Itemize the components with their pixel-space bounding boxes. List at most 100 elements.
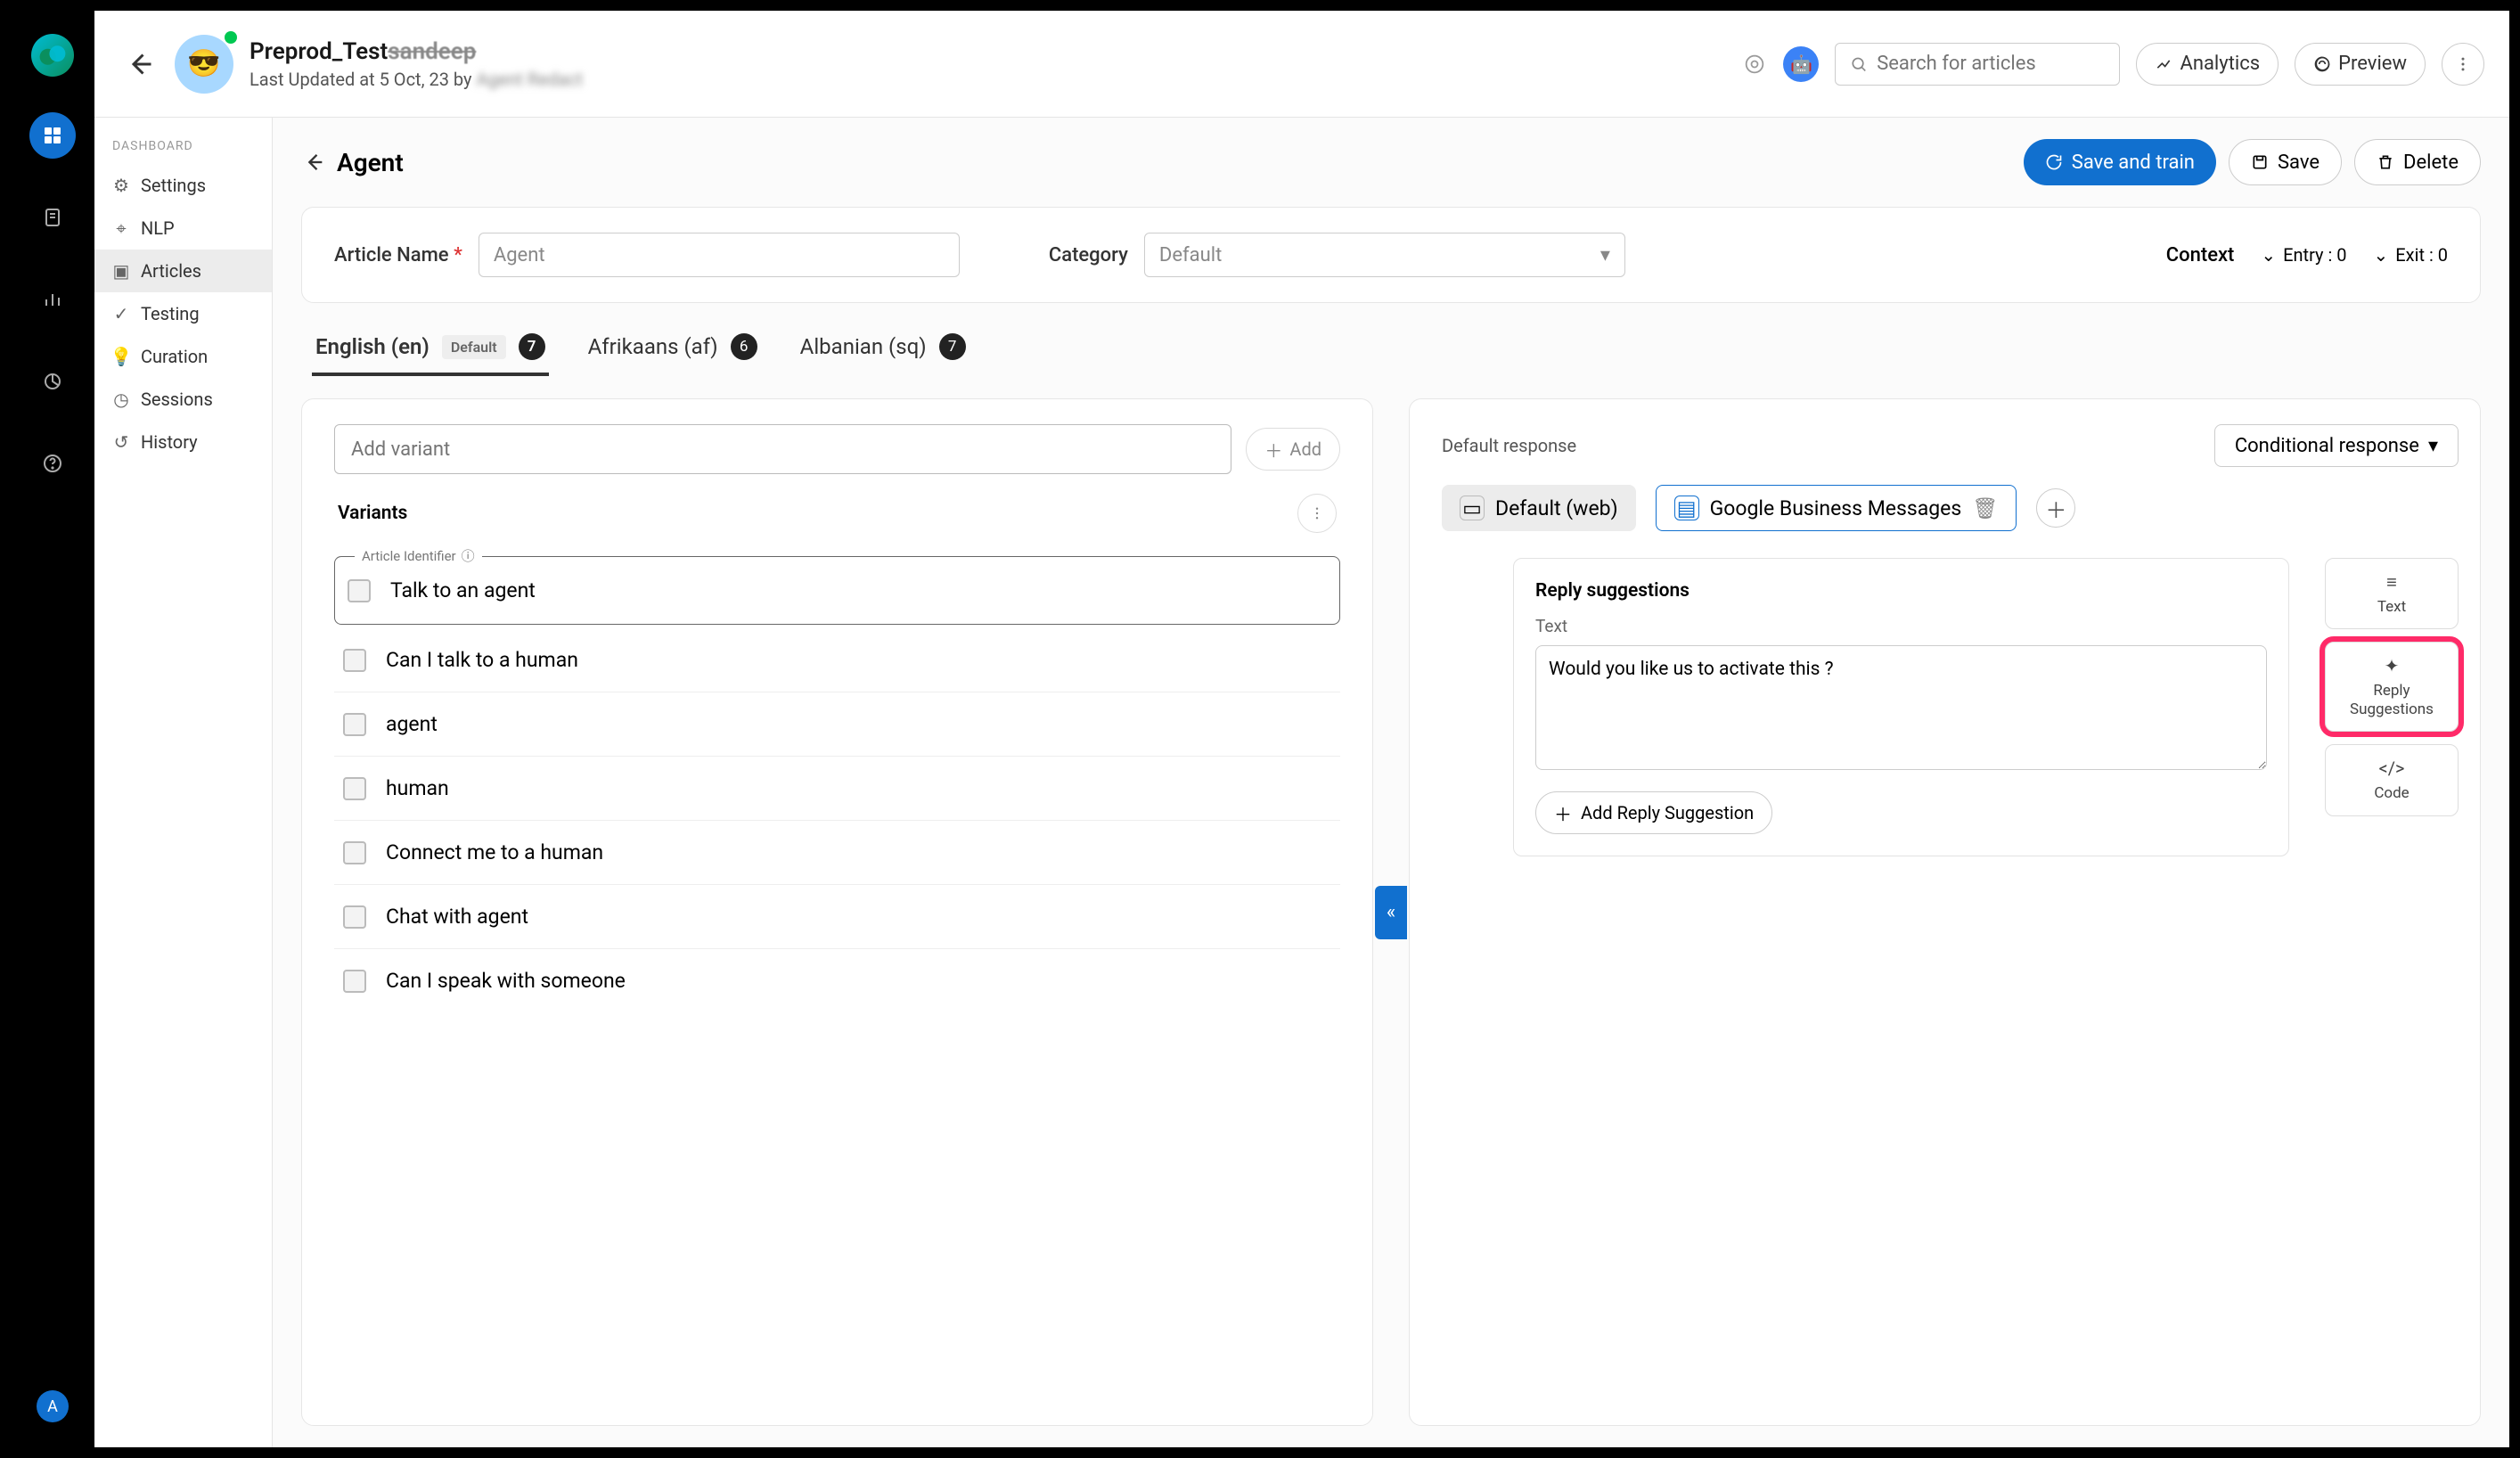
add-variant-input[interactable]: [334, 424, 1231, 474]
rail-analytics-icon[interactable]: [29, 276, 76, 323]
variant-row[interactable]: Can I talk to a human: [334, 628, 1340, 692]
tab-label: Albanian (sq): [800, 334, 927, 359]
rail-pie-icon[interactable]: [29, 358, 76, 405]
text-tool-icon: ≡: [2386, 571, 2397, 593]
sessions-icon: ◷: [112, 390, 130, 408]
tab-afrikaans[interactable]: Afrikaans (af) 6: [585, 324, 761, 376]
sidebar-item-sessions[interactable]: ◷Sessions: [94, 378, 272, 421]
variant-checkbox[interactable]: [343, 905, 366, 929]
nlp-icon: ⌖: [112, 219, 130, 237]
sidebar-item-label: History: [141, 431, 198, 453]
variant-row-identifier[interactable]: Article Identifier ⓘ Talk to an agent: [334, 556, 1340, 625]
save-and-train-button[interactable]: Save and train: [2024, 139, 2216, 185]
tool-reply-suggestions[interactable]: ✦Reply Suggestions: [2325, 642, 2459, 732]
conditional-response-button[interactable]: Conditional response ▾: [2214, 424, 2459, 467]
delete-label: Delete: [2403, 152, 2459, 174]
sidebar-item-curation[interactable]: 💡Curation: [94, 335, 272, 378]
tool-label: Code: [2374, 784, 2409, 802]
variants-more-button[interactable]: [1297, 494, 1337, 533]
sidebar-item-label: Testing: [141, 303, 200, 324]
article-identifier-label: Article Identifier ⓘ: [355, 546, 482, 565]
variant-text: human: [386, 776, 449, 800]
save-and-train-label: Save and train: [2072, 152, 2195, 174]
delete-button[interactable]: Delete: [2354, 139, 2481, 185]
plus-icon: ＋: [1264, 437, 1282, 463]
article-name-input[interactable]: [479, 233, 960, 277]
context-entry-link[interactable]: ⌄Entry : 0: [2261, 244, 2346, 266]
add-channel-button[interactable]: ＋: [2036, 488, 2075, 528]
project-avatar: 😎: [175, 35, 233, 94]
variant-checkbox[interactable]: [343, 713, 366, 736]
gear-icon: ⚙: [112, 176, 130, 194]
tool-label: Text: [2377, 598, 2406, 616]
add-variant-button[interactable]: ＋ Add: [1246, 428, 1340, 471]
sidebar-item-testing[interactable]: ✓Testing: [94, 292, 272, 335]
category-label: Category: [1049, 244, 1128, 266]
variant-row[interactable]: human: [334, 757, 1340, 821]
variant-checkbox[interactable]: [343, 777, 366, 800]
category-value: Default: [1159, 244, 1222, 266]
topbar-more-button[interactable]: [2442, 43, 2484, 86]
variant-text: Talk to an agent: [390, 578, 536, 602]
add-reply-suggestion-button[interactable]: ＋ Add Reply Suggestion: [1535, 791, 1772, 834]
channel-google-business-messages[interactable]: ▤ Google Business Messages 🗑: [1656, 485, 2017, 531]
tab-albanian[interactable]: Albanian (sq) 7: [797, 324, 970, 376]
sidebar-item-history[interactable]: ↺ History: [94, 421, 272, 463]
collapse-handle[interactable]: «: [1375, 886, 1407, 939]
tab-count: 6: [731, 333, 757, 360]
channel-default-web[interactable]: ▭ Default (web): [1442, 485, 1636, 531]
variant-checkbox[interactable]: [343, 970, 366, 993]
tab-label: Afrikaans (af): [588, 334, 718, 359]
add-variant-label: Add: [1289, 438, 1321, 460]
tool-label: Reply Suggestions: [2333, 682, 2450, 718]
category-select[interactable]: Default ▾: [1144, 233, 1625, 277]
sidebar-item-articles[interactable]: ▣ Articles: [94, 250, 272, 292]
variant-text: Can I talk to a human: [386, 648, 578, 672]
tab-english[interactable]: English (en) Default 7: [312, 324, 549, 376]
page-title: Agent: [337, 148, 404, 177]
variant-row[interactable]: agent: [334, 692, 1340, 757]
analytics-button[interactable]: Analytics: [2136, 43, 2279, 86]
reply-text-input[interactable]: [1535, 645, 2267, 770]
page-back-icon[interactable]: [301, 150, 326, 175]
sidebar-item-label: Articles: [141, 260, 201, 282]
search-input-wrapper[interactable]: [1835, 43, 2120, 86]
tool-text[interactable]: ≡ Text: [2325, 558, 2459, 629]
rail-doc-icon[interactable]: [29, 194, 76, 241]
variant-row[interactable]: Chat with agent: [334, 885, 1340, 949]
rail-dashboard-icon[interactable]: [29, 112, 76, 159]
target-icon[interactable]: [1742, 52, 1767, 77]
preview-button[interactable]: Preview: [2295, 43, 2426, 86]
delete-channel-icon[interactable]: 🗑: [1972, 496, 1998, 520]
articles-icon: ▣: [112, 262, 130, 280]
variant-row[interactable]: Connect me to a human: [334, 821, 1340, 885]
back-arrow-icon[interactable]: [119, 45, 159, 84]
sidebar-item-settings[interactable]: ⚙Settings: [94, 164, 272, 207]
sidebar-section-label: DASHBOARD: [94, 139, 272, 164]
save-button[interactable]: Save: [2229, 139, 2342, 185]
history-icon: ↺: [112, 433, 130, 451]
context-exit-label: Exit : 0: [2395, 244, 2448, 266]
variant-checkbox[interactable]: [348, 579, 371, 602]
project-subtitle: Last Updated at 5 Oct, 23 by Agent Redac…: [250, 69, 583, 90]
tool-code[interactable]: </> Code: [2325, 744, 2459, 815]
gbm-icon: ▤: [1674, 496, 1699, 520]
code-tool-icon: </>: [2379, 758, 2405, 779]
chevron-down-icon: ▾: [2428, 435, 2438, 457]
search-input[interactable]: [1877, 53, 2105, 75]
add-reply-suggestion-label: Add Reply Suggestion: [1581, 802, 1754, 823]
bot-badge-icon[interactable]: 🤖: [1783, 46, 1819, 82]
context-exit-link[interactable]: ⌄Exit : 0: [2374, 244, 2448, 266]
tab-count: 7: [519, 333, 545, 360]
context-label: Context: [2166, 244, 2235, 266]
variant-row[interactable]: Can I speak with someone: [334, 949, 1340, 1012]
reply-suggestions-title: Reply suggestions: [1535, 580, 2267, 602]
conditional-response-label: Conditional response: [2235, 435, 2419, 457]
sidebar-item-nlp[interactable]: ⌖NLP: [94, 207, 272, 250]
variant-text: Can I speak with someone: [386, 969, 626, 993]
rail-help-icon[interactable]: [29, 440, 76, 487]
variant-checkbox[interactable]: [343, 649, 366, 672]
user-avatar[interactable]: A: [37, 1390, 69, 1422]
variant-checkbox[interactable]: [343, 841, 366, 864]
context-entry-label: Entry : 0: [2283, 244, 2346, 266]
